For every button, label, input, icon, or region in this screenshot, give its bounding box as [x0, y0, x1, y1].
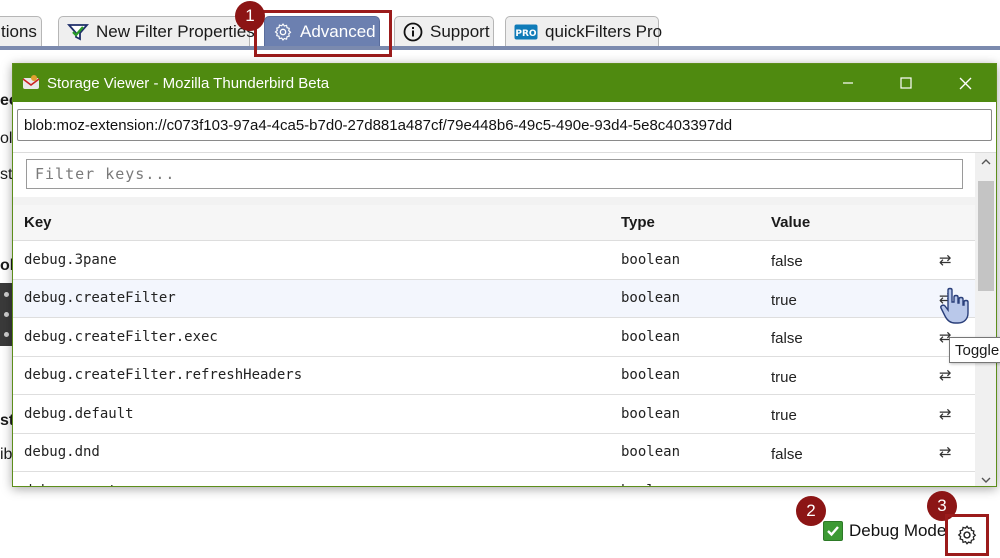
storage-content: Key Type Value debug.3pane boolean false…	[13, 152, 996, 486]
hand-cursor-icon	[937, 286, 973, 331]
row-type: boolean	[621, 328, 681, 345]
table-header: Key Type Value	[13, 205, 975, 241]
chevron-down-icon	[981, 477, 991, 483]
step-badge-1: 1	[235, 1, 265, 31]
tab-options[interactable]: tions	[0, 16, 42, 47]
filter-keys-input[interactable]	[26, 159, 963, 189]
row-key: debug.default	[24, 405, 134, 422]
tab-strip: tions New Filter Properties Advanced Sup…	[0, 0, 1000, 52]
window-titlebar[interactable]: Storage Viewer - Mozilla Thunderbird Bet…	[13, 64, 996, 102]
row-key: debug.createFilter.refreshHeaders	[24, 367, 303, 384]
row-type: boolean	[621, 251, 681, 268]
toggle-icon[interactable]: ⇄	[939, 395, 952, 433]
tab-label: tions	[1, 22, 37, 41]
gear-icon	[957, 525, 977, 545]
url-field[interactable]: blob:moz-extension://c073f103-97a4-4ca5-…	[17, 109, 992, 141]
column-header-type[interactable]: Type	[621, 205, 655, 240]
table-row[interactable]: debug.events boolean false ⇄	[13, 472, 975, 486]
row-type: boolean	[621, 290, 681, 307]
table-row[interactable]: debug.dnd boolean false ⇄	[13, 433, 975, 472]
debug-mode-checkbox[interactable]	[823, 521, 843, 541]
advanced-highlight-box	[254, 10, 392, 57]
tab-quickfilters-pro[interactable]: PRO quickFilters Pro	[505, 16, 663, 47]
row-key: debug.createFilter.exec	[24, 328, 218, 345]
tab-new-filter-properties[interactable]: New Filter Properties	[58, 16, 255, 47]
column-header-value[interactable]: Value	[771, 205, 810, 240]
column-header-key[interactable]: Key	[24, 205, 52, 240]
vertical-scrollbar[interactable]	[975, 153, 996, 486]
table-row[interactable]: debug.createFilter boolean true ⇄	[13, 279, 975, 318]
settings-button[interactable]	[948, 517, 986, 553]
row-value: true	[771, 407, 797, 425]
row-value: false	[771, 253, 803, 271]
row-type: boolean	[621, 444, 681, 461]
tab-label: New Filter Properties	[96, 22, 255, 41]
background-dark-panel	[0, 283, 12, 346]
scroll-down-arrow[interactable]	[975, 471, 996, 486]
pro-badge-icon: PRO	[514, 24, 538, 40]
toggle-icon[interactable]: ⇄	[939, 434, 952, 472]
close-button[interactable]	[936, 64, 994, 102]
row-key: debug.createFilter	[24, 290, 176, 307]
row-key: debug.dnd	[24, 444, 100, 461]
table-row[interactable]: debug.createFilter.refreshHeaders boolea…	[13, 356, 975, 395]
row-type: boolean	[621, 405, 681, 422]
toggle-tooltip: Toggle	[949, 337, 1000, 363]
row-value: false	[771, 472, 803, 486]
minimize-icon	[843, 82, 853, 84]
row-value: true	[771, 368, 797, 386]
info-icon	[403, 22, 423, 42]
row-type: boolean	[621, 367, 681, 384]
storage-viewer-window: Storage Viewer - Mozilla Thunderbird Bet…	[12, 63, 997, 487]
tab-support[interactable]: Support	[394, 16, 494, 47]
step-badge-2: 2	[796, 496, 826, 526]
toggle-icon[interactable]: ⇄	[939, 241, 952, 279]
svg-text:PRO: PRO	[515, 29, 537, 39]
row-value: false	[771, 445, 803, 463]
row-type: boolean	[621, 472, 680, 486]
window-title: Storage Viewer - Mozilla Thunderbird Bet…	[47, 74, 330, 92]
toggle-icon[interactable]: ⇄	[939, 472, 952, 486]
row-value: false	[771, 330, 803, 348]
row-key: debug.events	[24, 472, 125, 486]
row-key: debug.3pane	[24, 251, 117, 268]
debug-mode-control[interactable]: Debug Mode	[823, 521, 946, 541]
scroll-up-arrow[interactable]	[975, 153, 996, 171]
tab-underline	[0, 46, 1000, 50]
chevron-up-icon	[981, 159, 991, 165]
close-icon	[959, 77, 971, 89]
tab-label: Support	[430, 22, 490, 41]
debug-mode-label: Debug Mode	[849, 521, 947, 540]
table-row[interactable]: debug.3pane boolean false ⇄	[13, 241, 975, 280]
thunderbird-app-icon	[22, 74, 40, 92]
check-icon	[827, 526, 839, 537]
table-row[interactable]: debug.createFilter.exec boolean false ⇄	[13, 318, 975, 357]
row-value: true	[771, 291, 797, 309]
spacer	[13, 197, 975, 205]
maximize-icon	[900, 77, 912, 89]
scrollbar-thumb[interactable]	[978, 181, 994, 291]
minimize-button[interactable]	[819, 64, 877, 102]
maximize-button[interactable]	[877, 64, 935, 102]
table-row[interactable]: debug.default boolean true ⇄	[13, 395, 975, 434]
filter-check-icon	[67, 22, 89, 42]
tab-label: quickFilters Pro	[545, 22, 663, 41]
